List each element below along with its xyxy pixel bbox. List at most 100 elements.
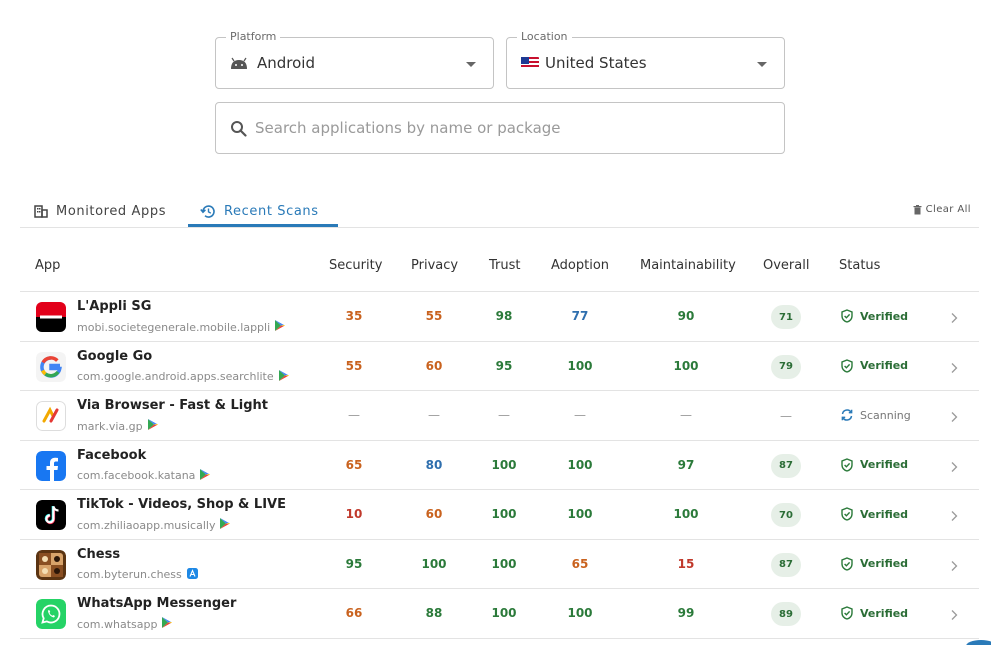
google-play-icon — [200, 468, 211, 483]
chevron-right-icon[interactable] — [950, 309, 958, 328]
app-icon — [36, 500, 66, 530]
chevron-down-icon — [466, 62, 476, 67]
app-name: Via Browser - Fast & Light — [77, 398, 269, 413]
app-name: WhatsApp Messenger — [77, 596, 237, 611]
trust-score: 100 — [491, 507, 517, 521]
col-maintainability[interactable]: Maintainability — [640, 258, 736, 273]
package-name: com.facebook.katana — [77, 469, 196, 482]
app-icon — [36, 302, 66, 332]
search-input[interactable]: Search applications by name or package — [215, 102, 785, 154]
status-badge: Verified — [840, 606, 908, 620]
app-package: com.byterun.chess — [77, 567, 198, 582]
trust-score: 98 — [495, 309, 513, 323]
location-select[interactable]: Location United States — [506, 30, 785, 89]
status-badge: Verified — [840, 309, 908, 323]
package-name: com.google.android.apps.searchlite — [77, 370, 274, 383]
table-row[interactable]: Via Browser - Fast & Light mark.via.gp — — —… — [20, 391, 979, 441]
col-status[interactable]: Status — [839, 258, 880, 273]
trash-icon — [913, 204, 922, 214]
maintainability-score: 100 — [673, 358, 699, 373]
chevron-right-icon[interactable] — [950, 557, 958, 576]
app-package: mobi.societegenerale.mobile.lappli — [77, 320, 286, 334]
table-row[interactable]: L'Appli SG mobi.societegenerale.mobile.la… — [20, 292, 979, 342]
overall-score-badge: 87 — [771, 552, 801, 577]
privacy-score: 60 — [425, 507, 443, 521]
overall-score-badge: 79 — [771, 354, 801, 379]
app-name: Chess — [77, 546, 121, 562]
chevron-right-icon[interactable] — [950, 359, 958, 378]
google-play-icon — [147, 419, 158, 433]
status-badge: Verified — [840, 358, 909, 373]
col-trust[interactable]: Trust — [489, 258, 520, 273]
app-package: com.zhiliaoapp.musically — [77, 518, 231, 532]
table-row[interactable]: WhatsApp Messenger com.whatsapp 66 88 100 100… — [20, 589, 979, 639]
table-row[interactable]: TikTok - Videos, Shop & LIVE com.zhiliaoa… — [20, 490, 979, 540]
status-label: Verified — [860, 507, 909, 521]
col-security[interactable]: Security — [329, 258, 382, 273]
trust-score: — — [498, 408, 510, 422]
col-adoption[interactable]: Adoption — [551, 258, 609, 273]
app-package: com.whatsapp — [77, 617, 173, 631]
privacy-score: 80 — [425, 457, 443, 472]
google-play-icon — [162, 617, 173, 631]
privacy-score: 88 — [425, 606, 443, 620]
chevron-right-icon[interactable] — [950, 458, 958, 477]
overall-score-badge: 89 — [771, 602, 801, 626]
trust-score: 100 — [491, 556, 517, 571]
col-privacy[interactable]: Privacy — [411, 258, 458, 273]
location-legend: Location — [517, 30, 572, 44]
trust-score: 100 — [491, 457, 517, 472]
tab-bar: Monitored Apps Recent Scans Clear All — [20, 195, 979, 228]
app-name: L'Appli SG — [77, 299, 152, 314]
tab-monitored-apps[interactable]: Monitored Apps — [34, 195, 166, 227]
shield-check-icon — [840, 507, 860, 521]
chevron-right-icon[interactable] — [950, 408, 958, 427]
package-name: com.whatsapp — [77, 617, 158, 631]
shield-check-icon — [840, 457, 860, 472]
col-overall[interactable]: Overall — [763, 258, 809, 273]
chevron-right-icon[interactable] — [950, 606, 958, 625]
chevron-down-icon — [757, 62, 767, 67]
clear-all-label: Clear All — [925, 204, 971, 215]
col-app[interactable]: App — [35, 258, 60, 273]
package-name: com.byterun.chess — [77, 568, 182, 581]
app-name: TikTok - Videos, Shop & LIVE — [77, 497, 286, 512]
maintainability-score: 90 — [677, 309, 695, 323]
trust-score: 95 — [495, 358, 513, 373]
package-name: com.zhiliaoapp.musically — [77, 518, 216, 532]
adoption-score: 100 — [567, 507, 593, 521]
app-store-icon — [186, 567, 198, 582]
tab-recent-scans[interactable]: Recent Scans — [200, 195, 319, 227]
table-row[interactable]: Facebook com.facebook.katana 65 80 100 100 97 8… — [20, 441, 979, 490]
status-label: Scanning — [860, 408, 911, 422]
adoption-score: 100 — [567, 606, 593, 620]
table-body: L'Appli SG mobi.societegenerale.mobile.la… — [20, 292, 979, 639]
tab-monitored-label: Monitored Apps — [56, 203, 167, 219]
privacy-score: 100 — [421, 556, 447, 571]
adoption-score: 65 — [571, 556, 589, 571]
status-label: Verified — [860, 359, 909, 372]
app-name: Facebook — [77, 447, 147, 463]
app-package: mark.via.gp — [77, 419, 158, 433]
chevron-right-icon[interactable] — [950, 507, 958, 526]
table-row[interactable]: Google Go com.google.android.apps.searchl… — [20, 342, 979, 391]
app-icon — [36, 549, 66, 580]
history-icon — [200, 204, 215, 218]
platform-value: Android — [257, 54, 315, 72]
shield-check-icon — [840, 358, 860, 373]
security-score: 66 — [345, 606, 363, 620]
table-row[interactable]: Chess com.byterun.chess 95 100 100 65 15 87 Veri… — [20, 540, 979, 589]
platform-select[interactable]: Platform Android — [215, 30, 494, 89]
google-play-icon — [278, 369, 289, 384]
app-icon — [36, 401, 66, 431]
app-icon — [36, 351, 66, 382]
building-icon — [34, 204, 48, 218]
adoption-score: 100 — [567, 457, 593, 472]
recent-scans-table: App Security Privacy Trust Adoption Main… — [20, 240, 979, 639]
maintainability-score: 97 — [677, 457, 695, 472]
clear-all-button[interactable]: Clear All — [913, 204, 971, 215]
floating-action-button[interactable] — [966, 640, 991, 645]
overall-score-badge: 71 — [771, 305, 801, 329]
package-name: mark.via.gp — [77, 419, 143, 433]
app-package: com.facebook.katana — [77, 468, 211, 483]
